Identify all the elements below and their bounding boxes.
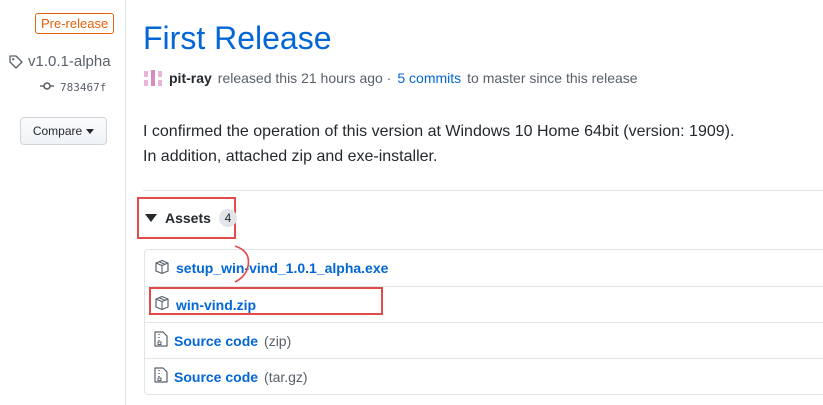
asset-name[interactable]: Source code: [174, 333, 258, 349]
divider: [143, 190, 823, 191]
file-zip-icon: [154, 367, 168, 386]
asset-row[interactable]: Source code (zip): [145, 322, 823, 358]
release-sidebar: Pre-release v1.0.1-alpha 783467f Compare: [0, 0, 126, 405]
commits-suffix: to master since this release: [467, 70, 638, 86]
avatar[interactable]: [143, 68, 163, 88]
caret-down-icon: [86, 128, 95, 134]
asset-name[interactable]: Source code: [174, 369, 258, 385]
package-icon: [154, 259, 170, 278]
author-link[interactable]: pit-ray: [169, 70, 212, 86]
package-icon: [154, 295, 170, 314]
compare-button[interactable]: Compare: [20, 117, 107, 145]
pre-release-badge: Pre-release: [35, 13, 115, 34]
asset-row[interactable]: win-vind.zip: [145, 286, 823, 322]
tag-label: v1.0.1-alpha: [28, 53, 111, 70]
assets-label: Assets: [165, 210, 211, 226]
released-text: released this 21 hours ago ·: [217, 70, 392, 86]
commit-sha: 783467f: [60, 81, 107, 94]
release-title[interactable]: First Release: [143, 20, 332, 57]
assets-count: 4: [218, 209, 237, 227]
tag-icon: [9, 54, 23, 69]
description-line: I confirmed the operation of this versio…: [143, 123, 735, 140]
asset-suffix: (tar.gz): [264, 368, 308, 385]
asset-suffix: (zip): [264, 332, 292, 349]
commits-link[interactable]: 5 commits: [397, 70, 461, 86]
release-byline: pit-ray released this 21 hours ago · 5 c…: [143, 68, 638, 88]
asset-row[interactable]: setup_win-vind_1.0.1_alpha.exe: [145, 250, 823, 286]
description-line: In addition, attached zip and exe-instal…: [143, 148, 438, 165]
assets-toggle[interactable]: Assets 4: [137, 197, 237, 239]
asset-name[interactable]: setup_win-vind_1.0.1_alpha.exe: [176, 260, 388, 276]
file-zip-icon: [154, 331, 168, 350]
asset-list: setup_win-vind_1.0.1_alpha.exe win-vind.…: [144, 249, 823, 395]
release-description: I confirmed the operation of this versio…: [143, 119, 734, 169]
compare-label: Compare: [32, 124, 83, 138]
git-commit-icon: [40, 81, 54, 94]
asset-name[interactable]: win-vind.zip: [176, 297, 256, 313]
asset-row[interactable]: Source code (tar.gz): [145, 358, 823, 394]
triangle-down-icon: [145, 214, 157, 222]
tag-link[interactable]: v1.0.1-alpha: [9, 53, 111, 70]
commit-link[interactable]: 783467f: [40, 81, 106, 94]
